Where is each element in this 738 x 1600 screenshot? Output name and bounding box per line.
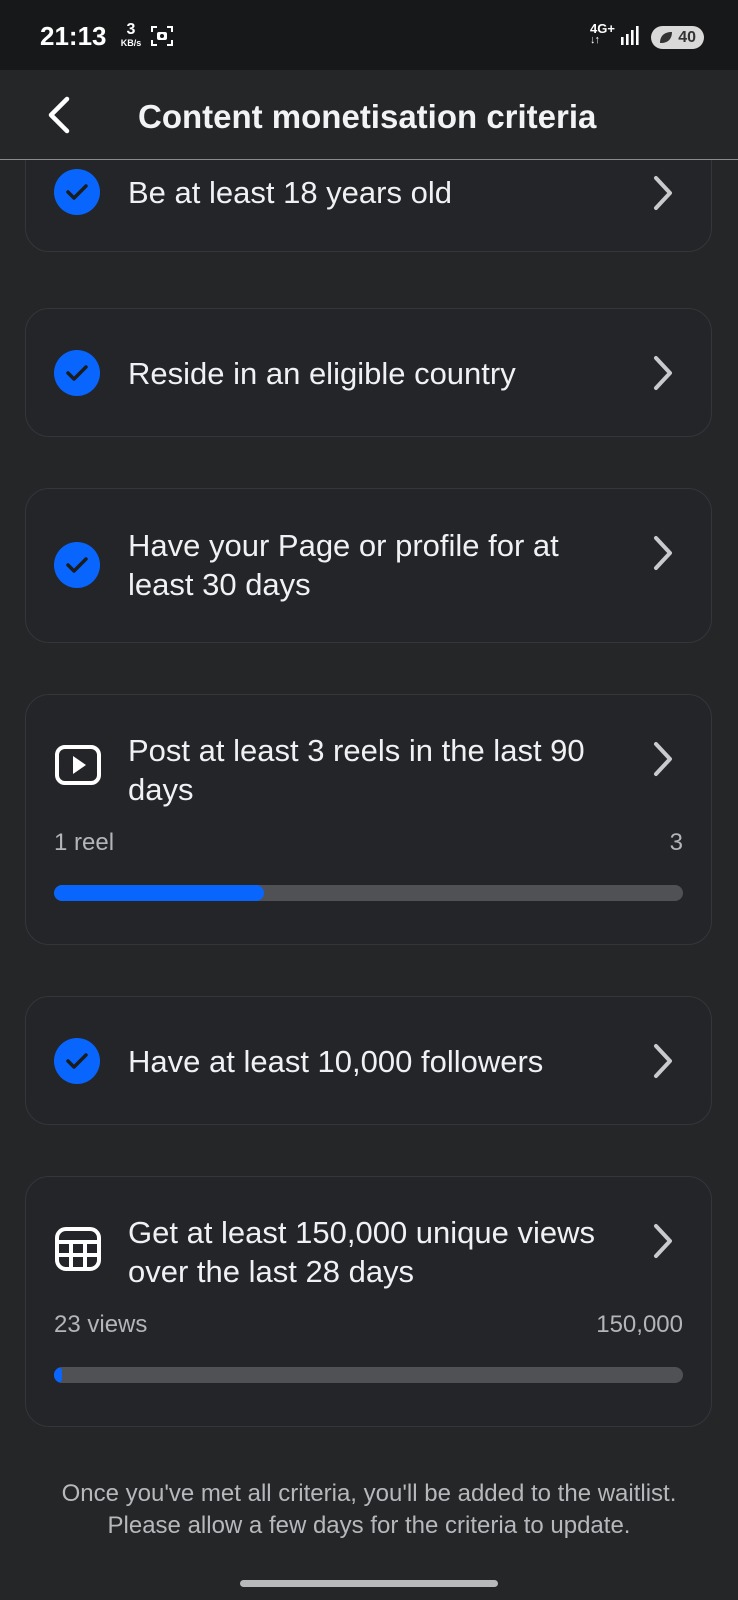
criterion-card-country[interactable]: Reside in an eligible country <box>25 308 712 437</box>
progress-target-label: 150,000 <box>596 1311 683 1338</box>
chevron-right-icon <box>651 1221 675 1266</box>
battery-saver-icon <box>660 32 672 43</box>
reels-play-icon <box>54 744 102 791</box>
progress-bar-fill <box>54 1367 62 1383</box>
progress-bar <box>54 1367 683 1383</box>
network-speed-unit: KB/s <box>120 38 142 48</box>
page-title: Content monetisation criteria <box>138 98 597 135</box>
progress-bar <box>54 885 683 901</box>
network-type: 4G+ ↓↑ <box>590 22 615 46</box>
check-circle-icon <box>54 542 100 588</box>
criterion-card-reels[interactable]: Post at least 3 reels in the last 90 day… <box>25 694 712 945</box>
data-arrows-icon: ↓↑ <box>590 34 600 46</box>
chevron-right-icon <box>651 353 675 398</box>
criterion-card-followers[interactable]: Have at least 10,000 followers <box>25 996 712 1125</box>
back-button[interactable] <box>36 92 80 138</box>
criterion-card-account-age[interactable]: Have your Page or profile for at least 3… <box>25 488 712 643</box>
criterion-label: Have at least 10,000 followers <box>128 1044 544 1079</box>
network-speed: 3 KB/s <box>116 22 146 48</box>
progress-current-label: 23 views <box>54 1311 148 1338</box>
chevron-right-icon <box>651 739 675 784</box>
battery-level: 40 <box>678 28 696 46</box>
app-bar: Content monetisation criteria <box>0 70 738 160</box>
criterion-label: Be at least 18 years old <box>128 175 452 210</box>
network-speed-value: 3 <box>126 21 136 38</box>
home-indicator[interactable] <box>240 1580 498 1587</box>
progress-current-label: 1 reel <box>54 829 115 856</box>
criterion-label: Reside in an eligible country <box>128 356 516 391</box>
progress-labels: 23 views 150,000 <box>54 1311 683 1339</box>
signal-icon <box>620 24 642 51</box>
views-grid-icon <box>54 1226 102 1277</box>
back-arrow-icon <box>48 96 70 134</box>
progress-bar-fill <box>54 885 264 901</box>
criterion-label: Get at least 150,000 unique views over t… <box>128 1215 596 1289</box>
chevron-right-icon <box>651 173 675 218</box>
chevron-right-icon <box>651 1041 675 1086</box>
status-bar: 21:13 3 KB/s 4G+ ↓↑ 40 <box>0 0 738 70</box>
criterion-label: Have your Page or profile for at least 3… <box>128 528 559 602</box>
progress-labels: 1 reel 3 <box>54 829 683 857</box>
status-time: 21:13 <box>40 21 107 51</box>
criterion-label: Post at least 3 reels in the last 90 day… <box>128 733 585 807</box>
criterion-card-age[interactable]: Be at least 18 years old <box>25 160 712 252</box>
screenshot-icon <box>150 24 174 53</box>
progress-target-label: 3 <box>669 829 683 856</box>
criterion-card-views[interactable]: Get at least 150,000 unique views over t… <box>25 1176 712 1427</box>
waitlist-note: Once you've met all criteria, you'll be … <box>61 1480 677 1539</box>
chevron-right-icon <box>651 533 675 578</box>
check-circle-icon <box>54 1038 100 1084</box>
check-circle-icon <box>54 350 100 396</box>
battery-indicator: 40 <box>651 26 704 49</box>
criteria-list[interactable]: Be at least 18 years old Reside in an el… <box>0 160 738 1600</box>
check-circle-icon <box>54 169 100 215</box>
